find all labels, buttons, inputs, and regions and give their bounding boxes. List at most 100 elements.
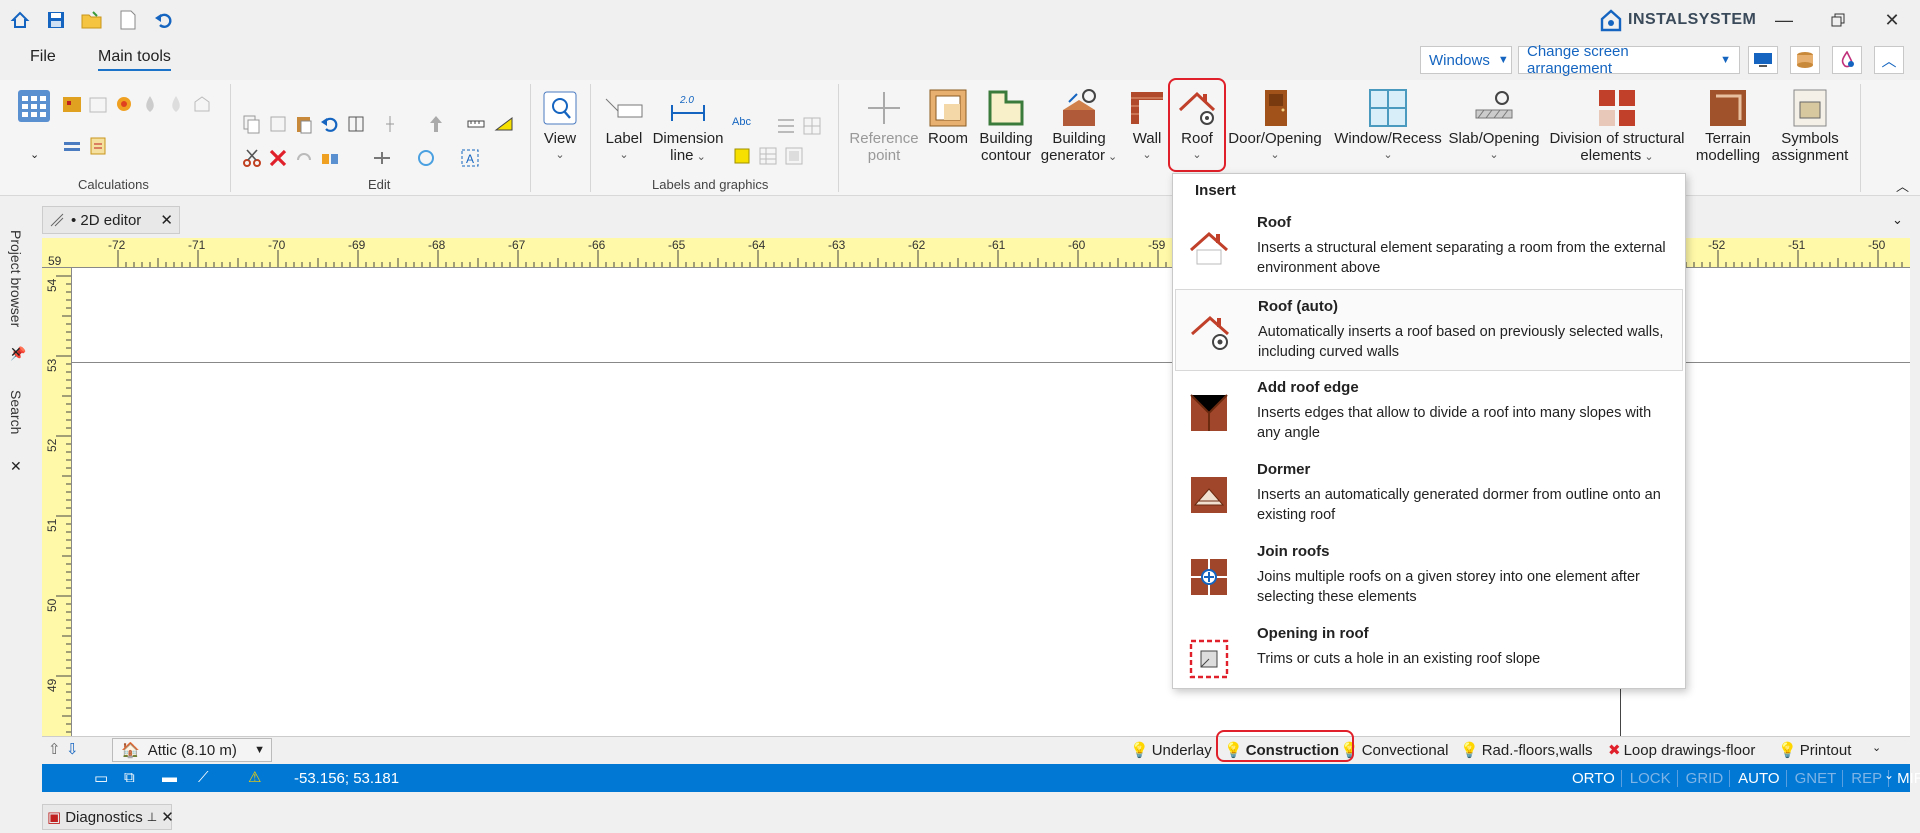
- close-tab-icon[interactable]: ✕: [160, 211, 173, 229]
- status-flag-miro[interactable]: MIRO: [1897, 770, 1920, 787]
- minimize-button[interactable]: —: [1764, 6, 1804, 34]
- save-icon[interactable]: [44, 8, 68, 32]
- display-settings-button[interactable]: [1748, 46, 1778, 74]
- measure-icon[interactable]: [466, 114, 486, 134]
- chevron-down-icon[interactable]: ⌄: [1872, 741, 1881, 754]
- abc-text-icon[interactable]: Abc: [732, 116, 751, 128]
- room-tool[interactable]: Room: [924, 88, 972, 147]
- snap-mode-icon[interactable]: ⟋: [198, 769, 209, 786]
- building-generator-tool[interactable]: Building generator ⌄: [1040, 88, 1118, 166]
- collapse-ribbon-chevron-icon[interactable]: ︿: [1896, 176, 1909, 195]
- restore-button[interactable]: [1818, 6, 1858, 34]
- open-folder-icon[interactable]: [80, 8, 104, 32]
- align-icon[interactable]: [372, 148, 392, 168]
- home-icon[interactable]: [8, 8, 32, 32]
- dimension-line-tool[interactable]: 2.0 Dimension line ⌄: [650, 88, 726, 166]
- gas-icon[interactable]: [166, 94, 186, 114]
- division-structural-tool[interactable]: Division of structural elements ⌄: [1546, 88, 1688, 166]
- close-icon[interactable]: ✕: [10, 344, 22, 361]
- undo-edit-icon[interactable]: [320, 114, 340, 134]
- image-icon[interactable]: [784, 146, 804, 166]
- chevron-down-icon[interactable]: ⌄: [30, 148, 39, 161]
- status-flag-lock[interactable]: LOCK: [1630, 770, 1678, 787]
- structure-icon[interactable]: [88, 94, 108, 114]
- menu-file[interactable]: File: [30, 48, 56, 66]
- table-icon[interactable]: [776, 116, 796, 136]
- close-icon[interactable]: ✕: [161, 808, 174, 826]
- slab-opening-tool[interactable]: Slab/Opening ⌄: [1446, 88, 1542, 164]
- report-icon[interactable]: [88, 136, 108, 156]
- undo-icon[interactable]: [152, 8, 176, 32]
- water-icon[interactable]: [140, 94, 160, 114]
- split-icon[interactable]: [380, 114, 400, 134]
- heating-icon[interactable]: [114, 94, 134, 114]
- duplicate-icon[interactable]: [268, 114, 288, 134]
- view-tool[interactable]: View ⌄: [540, 88, 580, 164]
- grid-icon[interactable]: [802, 116, 822, 136]
- pipe-icon[interactable]: [62, 136, 82, 156]
- move-up-icon[interactable]: [426, 114, 446, 134]
- building-contour-tool[interactable]: Building contour: [974, 88, 1038, 164]
- wall-tool[interactable]: Wall ⌄: [1124, 88, 1170, 164]
- frame-icon[interactable]: [346, 114, 366, 134]
- layer-underlay[interactable]: 💡 Underlay: [1130, 739, 1212, 761]
- reference-point-tool[interactable]: Reference point: [848, 88, 920, 164]
- arrow-up-icon[interactable]: ⇧: [48, 740, 61, 758]
- status-flag-orto[interactable]: ORTO: [1572, 770, 1622, 787]
- cut-icon[interactable]: [242, 148, 262, 168]
- menu-item-add-roof-edge[interactable]: Add roof edge Inserts edges that allow t…: [1175, 371, 1683, 453]
- select-text-icon[interactable]: A: [460, 148, 480, 168]
- windows-dropdown[interactable]: Windows ▼: [1420, 46, 1512, 74]
- project-browser-tab[interactable]: Project browser: [8, 230, 24, 327]
- status-flag-auto[interactable]: AUTO: [1738, 770, 1787, 787]
- pin-icon[interactable]: ⊥: [147, 810, 157, 824]
- menu-item-join-roofs[interactable]: Join roofs Joins multiple roofs on a giv…: [1175, 535, 1683, 617]
- mirror-icon[interactable]: [320, 148, 340, 168]
- new-file-icon[interactable]: [116, 8, 140, 32]
- layer-rad-floors[interactable]: 💡 Rad.-floors,walls: [1460, 739, 1593, 761]
- terrain-modelling-tool[interactable]: Terrain modelling: [1694, 88, 1762, 164]
- tab-list-chevron-icon[interactable]: ⌄: [1892, 212, 1903, 228]
- copy-mode-icon[interactable]: ⧉: [124, 769, 135, 786]
- status-flag-gnet[interactable]: GNET: [1795, 770, 1844, 787]
- menu-item-roof-auto[interactable]: Roof (auto) Automatically inserts a roof…: [1175, 289, 1683, 371]
- window-recess-tool[interactable]: Window/Recess ⌄: [1332, 88, 1444, 164]
- slope-icon[interactable]: [494, 114, 514, 134]
- status-flag-grid[interactable]: GRID: [1686, 770, 1731, 787]
- delete-icon[interactable]: [268, 148, 288, 168]
- close-window-button[interactable]: ✕: [1872, 6, 1912, 34]
- close-icon[interactable]: ✕: [10, 458, 22, 475]
- drop-settings-button[interactable]: [1832, 46, 1862, 74]
- menu-item-dormer[interactable]: Dormer Inserts an automatically generate…: [1175, 453, 1683, 535]
- menu-item-opening-in-roof[interactable]: Opening in roof Trims or cuts a hole in …: [1175, 617, 1683, 699]
- ruler-mode-icon[interactable]: ▬: [162, 769, 177, 786]
- screen-arrangement-dropdown[interactable]: Change screen arrangement ▼: [1518, 43, 1740, 77]
- calculator-icon[interactable]: [16, 88, 52, 124]
- label-tool[interactable]: Label ⌄: [602, 88, 646, 164]
- building-calc-icon[interactable]: [62, 94, 82, 114]
- menu-item-roof[interactable]: Roof Inserts a structural element separa…: [1175, 206, 1683, 288]
- library-button[interactable]: [1790, 46, 1820, 74]
- menu-main-tools[interactable]: Main tools: [98, 48, 171, 71]
- layer-printout[interactable]: 💡 Printout: [1778, 739, 1851, 761]
- search-tab[interactable]: Search: [8, 390, 24, 434]
- copy-icon[interactable]: [242, 114, 262, 134]
- select-tool-icon[interactable]: ▭: [94, 769, 108, 787]
- diagnostics-tab[interactable]: ▣ Diagnostics ⊥ ✕: [42, 804, 174, 830]
- layer-convectional[interactable]: 💡 Convectional: [1340, 739, 1448, 761]
- table-grid-icon[interactable]: [758, 146, 778, 166]
- note-icon[interactable]: [732, 146, 752, 166]
- snap-icon[interactable]: [416, 148, 436, 168]
- chevron-down-icon[interactable]: ⌄: [1884, 768, 1894, 782]
- editor-tab-2d[interactable]: • 2D editor ✕: [42, 206, 180, 234]
- door-opening-tool[interactable]: Door/Opening ⌄: [1224, 88, 1326, 164]
- rotate-icon[interactable]: [294, 148, 314, 168]
- arrow-down-icon[interactable]: ⇩: [66, 740, 79, 758]
- collapse-ribbon-button[interactable]: ︿: [1874, 46, 1904, 74]
- ventilation-icon[interactable]: [192, 94, 212, 114]
- symbols-assignment-tool[interactable]: Symbols assignment: [1770, 88, 1850, 164]
- paste-icon[interactable]: [294, 114, 314, 134]
- storey-selector[interactable]: 🏠 Attic (8.10 m) ▼: [112, 738, 272, 762]
- layer-loop-drawings[interactable]: ✖ Loop drawings-floor: [1608, 739, 1755, 761]
- warning-icon[interactable]: ⚠: [248, 768, 261, 786]
